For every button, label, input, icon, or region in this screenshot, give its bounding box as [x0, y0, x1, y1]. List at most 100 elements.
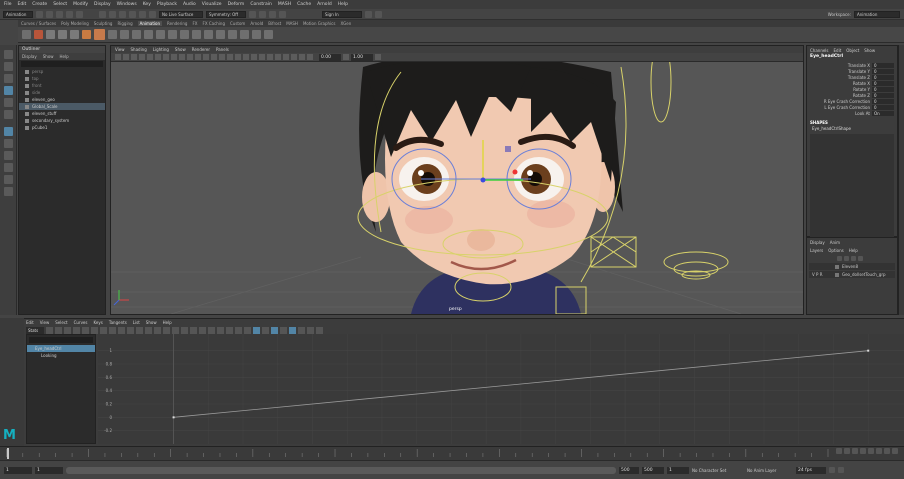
channel-value[interactable]: 0	[872, 80, 894, 86]
viewport-menu-lighting[interactable]: Lighting	[153, 47, 169, 52]
ik-handle-icon[interactable]	[108, 30, 117, 39]
side-tabs-strip[interactable]	[898, 45, 904, 315]
menu-playback[interactable]: Playback	[157, 2, 177, 7]
select-component-icon[interactable]	[119, 10, 126, 18]
step-forward-icon[interactable]	[884, 448, 890, 454]
tangent-step-icon[interactable]	[163, 327, 170, 334]
shelf-tab-motion-graphics[interactable]: Motion Graphics	[303, 21, 336, 26]
image-plane-icon[interactable]	[139, 54, 145, 60]
menu-audio[interactable]: Audio	[183, 2, 196, 7]
play-forward-icon[interactable]	[868, 448, 874, 454]
snap-point-icon[interactable]	[149, 10, 156, 18]
camera-select-icon[interactable]	[115, 54, 121, 60]
viewport-menu-view[interactable]: View	[115, 47, 125, 52]
live-surface-dropdown[interactable]: No Live Surface	[159, 10, 203, 18]
xray-joints-icon[interactable]	[307, 54, 313, 60]
layer-row-geo-dollsettouch-grp[interactable]: V P R Geo_dollsetTouch_grp	[809, 271, 895, 278]
open-scene-icon[interactable]	[46, 10, 53, 18]
viewport-menu-renderer[interactable]: Renderer	[192, 47, 210, 52]
gamma-field[interactable]: 1.00	[351, 53, 373, 61]
motion-trail-icon[interactable]	[132, 30, 141, 39]
viewport-panel[interactable]: View Shading Lighting Show Renderer Panels 0.…	[110, 45, 804, 315]
constraint-orient-icon[interactable]	[240, 30, 249, 39]
shelf-gear-icon[interactable]	[22, 30, 31, 39]
default-material-icon[interactable]	[219, 54, 225, 60]
key-rotate-icon[interactable]	[58, 30, 67, 39]
redo-icon[interactable]	[76, 10, 83, 18]
set-key-icon[interactable]	[34, 30, 43, 39]
menu-create[interactable]: Create	[32, 2, 47, 7]
workspace-dropdown[interactable]: Animation	[854, 10, 900, 18]
layer-tab-display[interactable]: Display	[810, 240, 825, 245]
graph-outliner-item-eye-headctrl[interactable]: Eye_headCtrl	[27, 345, 95, 352]
viewport-menu-show[interactable]: Show	[175, 47, 186, 52]
lasso-tool-icon[interactable]	[4, 62, 13, 71]
normalize-icon[interactable]	[271, 327, 278, 334]
menu-mash[interactable]: MASH	[278, 2, 291, 7]
joint-tool-icon[interactable]	[120, 30, 129, 39]
new-layer-selected-icon[interactable]	[858, 255, 863, 261]
graph-menu-view[interactable]: View	[40, 320, 50, 325]
single-pane-icon[interactable]	[4, 127, 13, 136]
depth-of-field-icon[interactable]	[283, 54, 289, 60]
outliner-item-pcube1[interactable]: pCube1	[19, 124, 105, 131]
gamma-icon[interactable]	[343, 54, 349, 60]
hypershade-persp-icon[interactable]	[4, 187, 13, 196]
outliner-persp-icon[interactable]	[4, 163, 13, 172]
outliner-item-side[interactable]: side	[19, 89, 105, 96]
outliner-menu-show[interactable]: Show	[43, 54, 54, 59]
trax-editor-icon[interactable]	[192, 30, 201, 39]
animation-end-field[interactable]: 500	[642, 466, 664, 474]
character-set-label[interactable]: No Character Set	[692, 468, 744, 473]
channel-tab-show[interactable]: Show	[864, 48, 875, 53]
breakdown-icon[interactable]	[82, 30, 91, 39]
save-scene-icon[interactable]	[56, 10, 63, 18]
isolate-select-icon[interactable]	[291, 54, 297, 60]
dope-sheet-icon[interactable]	[180, 30, 189, 39]
graph-key-stats-icon[interactable]	[316, 327, 323, 334]
value-snap-icon[interactable]	[307, 327, 314, 334]
prev-key-icon[interactable]	[852, 448, 858, 454]
ghost-icon[interactable]	[144, 30, 153, 39]
side-by-side-icon[interactable]	[4, 151, 13, 160]
shelf-tab-rigging[interactable]: Rigging	[117, 21, 132, 26]
load-selected-icon[interactable]	[262, 327, 269, 334]
color-management-icon[interactable]	[375, 54, 381, 60]
channel-value[interactable]: 0	[872, 86, 894, 92]
pre-infinity-icon[interactable]	[235, 327, 242, 334]
motion-blur-icon[interactable]	[267, 54, 273, 60]
key-scale-icon[interactable]	[70, 30, 79, 39]
shelf-tab-mash[interactable]: MASH	[286, 21, 298, 26]
outliner-item-top[interactable]: top	[19, 75, 105, 82]
channel-value[interactable]: 0	[872, 68, 894, 74]
tangent-flat-icon[interactable]	[154, 327, 161, 334]
menu-modify[interactable]: Modify	[73, 2, 88, 7]
bookmark-icon[interactable]	[131, 54, 137, 60]
preferences-icon[interactable]	[838, 467, 844, 473]
safe-action-icon[interactable]	[187, 54, 193, 60]
anim-layer-label[interactable]: No Anim Layer	[747, 468, 793, 473]
post-infinity-icon[interactable]	[244, 327, 251, 334]
layer-menu-help[interactable]: Help	[849, 248, 858, 253]
character-set-icon[interactable]	[94, 29, 105, 40]
tangent-linear-icon[interactable]	[145, 327, 152, 334]
go-to-end-icon[interactable]	[892, 448, 898, 454]
mode-dropdown[interactable]: Animation	[3, 10, 33, 18]
graph-menu-show[interactable]: Show	[146, 320, 157, 325]
xray-icon[interactable]	[299, 54, 305, 60]
viewport-menu-shading[interactable]: Shading	[131, 47, 147, 52]
lock-weight-icon[interactable]	[208, 327, 215, 334]
layer-menu-options[interactable]: Options	[828, 248, 843, 253]
outliner-menu-help[interactable]: Help	[60, 54, 69, 59]
select-object-icon[interactable]	[109, 10, 116, 18]
shelf-tab-xgen[interactable]: XGen	[340, 21, 351, 26]
menu-windows[interactable]: Windows	[117, 2, 137, 7]
fps-dropdown[interactable]: 24 fps	[796, 466, 826, 474]
select-tool-icon[interactable]	[4, 50, 13, 59]
graph-outliner-item-looking[interactable]: Looking	[27, 352, 95, 359]
move-manipulator-x[interactable]	[512, 169, 518, 175]
channel-value[interactable]: 0	[872, 98, 894, 104]
channel-tab-object[interactable]: Object	[846, 48, 859, 53]
menu-display[interactable]: Display	[94, 2, 111, 7]
outliner-item-secondary-system[interactable]: secondary_system	[19, 117, 105, 124]
